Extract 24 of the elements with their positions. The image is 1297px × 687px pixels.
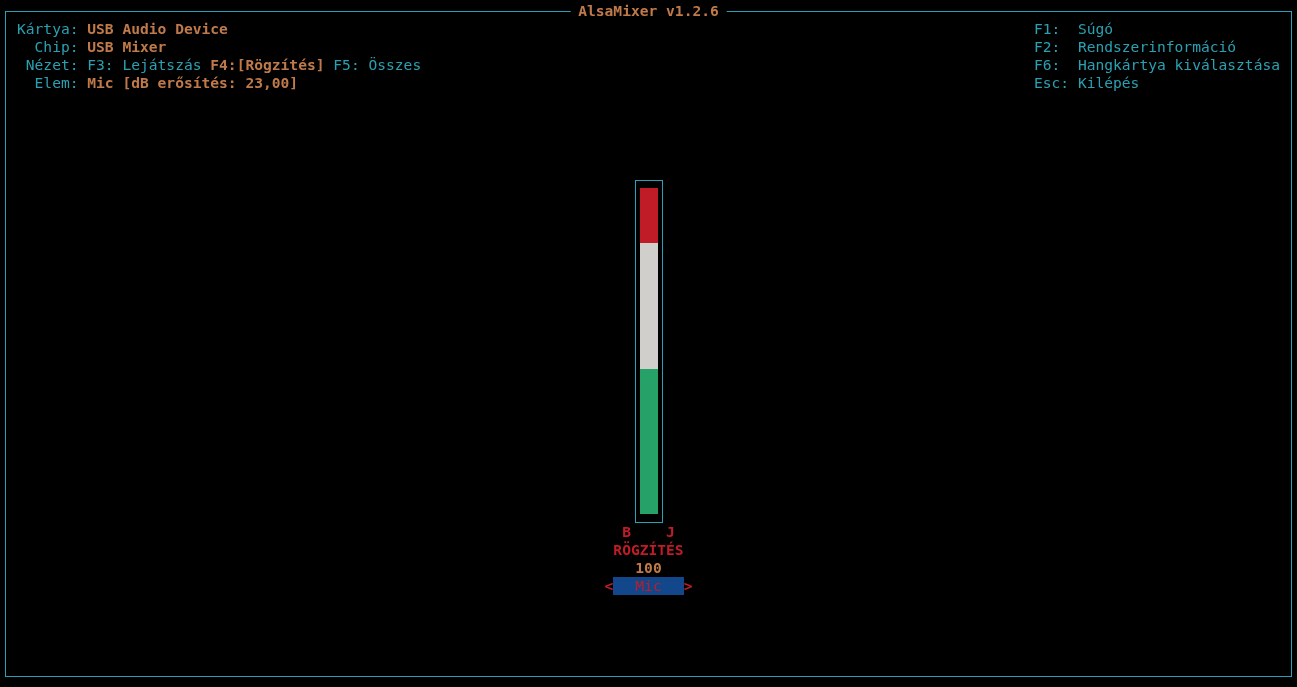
field-label: Nézet: [24,56,79,74]
next-arrow[interactable]: > [683,577,693,595]
shortcut-key: Esc: [1034,74,1070,92]
view-tab[interactable]: F3: Lejátszás [87,56,202,73]
field-value: USB Mixer [87,38,167,55]
channel-label: B [622,523,631,541]
capture-label: RÖGZÍTÉS [613,541,684,559]
field-value: USB Audio Device [87,20,228,37]
shortcut-key: F1: [1034,20,1070,38]
view-tab[interactable]: F4:[Rögzítés] [210,56,325,73]
shortcut-action: Hangkártya kiválasztása [1077,56,1280,73]
field-label: Chip: [33,38,79,56]
field-label: Elem: [33,74,79,92]
shortcut-action: Kilépés [1077,74,1140,91]
volume-value: 100 [635,559,662,577]
field-value: Mic [dB erősítés: 23,00] [87,74,299,91]
channel-label: J [666,523,675,541]
shortcut-key: F6: [1034,56,1070,74]
shortcut-action: Súgó [1077,20,1114,37]
view-tab[interactable]: F5: Összes [333,56,422,73]
previous-arrow[interactable]: < [604,577,614,595]
field-label: Kártya: [17,20,79,38]
shortcut-key: F2: [1034,38,1070,56]
shortcut-action: Rendszerinformáció [1077,38,1237,55]
